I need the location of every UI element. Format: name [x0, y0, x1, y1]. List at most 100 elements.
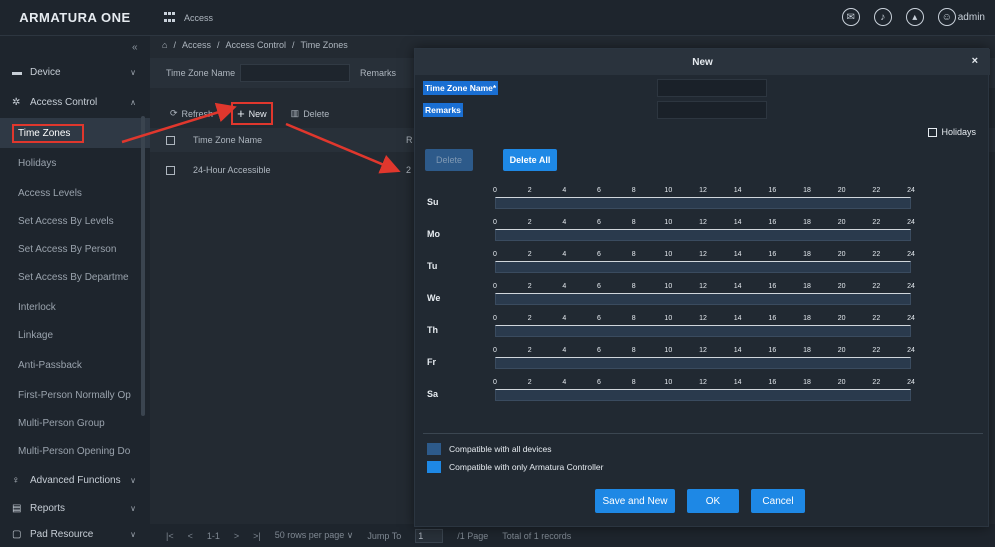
hour-tick-label: 6	[597, 347, 601, 354]
prev-page-icon[interactable]: <	[188, 531, 193, 541]
remarks-input[interactable]	[657, 101, 767, 119]
sidebar-item-label: Pad Resource	[30, 528, 94, 540]
sidebar: « ▬ Device ∨ ✲ Access Control ∧ Time Zon…	[0, 36, 150, 547]
sidebar-item-multi-person-opening[interactable]: Multi-Person Opening Do	[0, 436, 150, 466]
sidebar-item-multi-person-group[interactable]: Multi-Person Group	[0, 408, 150, 438]
bell-icon[interactable]: ♪	[873, 8, 892, 26]
sidebar-item-time-zones[interactable]: Time Zones	[0, 118, 150, 148]
sidebar-item-linkage[interactable]: Linkage	[0, 320, 150, 350]
day-time-bar[interactable]	[495, 325, 911, 337]
sidebar-item-label: Reports	[30, 502, 66, 514]
hour-tick-label: 6	[597, 251, 601, 258]
sidebar-item-device[interactable]: ▬ Device ∨	[0, 58, 150, 86]
advanced-icon: ♀	[12, 474, 20, 486]
sidebar-item-access-control[interactable]: ✲ Access Control ∧	[0, 88, 150, 116]
day-time-bar[interactable]	[495, 357, 911, 369]
day-row: Tu 0 2 4 6 8 10 12 14 16 18 20 22 24	[415, 247, 990, 279]
delete-range-button[interactable]: Delete	[425, 149, 473, 171]
sidebar-item-anti-passback[interactable]: Anti-Passback	[0, 350, 150, 380]
day-time-bar[interactable]	[495, 197, 911, 209]
hour-tick-label: 18	[803, 251, 811, 258]
hour-tick-label: 16	[768, 283, 777, 290]
sidebar-scrollbar[interactable]	[141, 116, 145, 416]
compat-armatura-option[interactable]: Compatible with only Armatura Controller	[427, 461, 603, 473]
sidebar-item-access-levels[interactable]: Access Levels	[0, 178, 150, 208]
column-header-remarks[interactable]: R	[406, 135, 413, 145]
remarks-label: Remarks	[423, 103, 463, 117]
filter-name-input[interactable]	[240, 64, 350, 82]
hour-tick-label: 20	[837, 187, 846, 194]
hour-tick-label: 8	[631, 379, 636, 386]
module-switcher[interactable]: Access	[164, 10, 213, 26]
next-page-icon[interactable]: >	[234, 531, 239, 541]
hour-tick-label: 18	[803, 379, 811, 386]
hour-tick-label: 10	[664, 315, 673, 322]
save-and-new-button[interactable]: Save and New	[595, 489, 675, 513]
jump-page-input[interactable]: 1	[415, 528, 444, 543]
hour-tick-label: 4	[562, 187, 567, 194]
hour-tick-label: 22	[872, 219, 881, 226]
home-icon[interactable]: ⌂	[162, 40, 167, 50]
hour-tick-label: 10	[664, 347, 673, 354]
close-icon[interactable]: ×	[972, 55, 978, 67]
collapse-sidebar-icon[interactable]: «	[132, 42, 138, 53]
row-checkbox[interactable]	[166, 165, 175, 175]
hour-tick-label: 14	[733, 187, 742, 194]
hour-tick-label: 2	[527, 187, 532, 194]
cancel-button[interactable]: Cancel	[751, 489, 805, 513]
day-row: We 0 2 4 6 8 10 12 14 16 18 20 22 24	[415, 279, 990, 311]
rows-per-page-select[interactable]: 50 rows per page ∨	[275, 530, 354, 541]
user-menu[interactable]: ☺ admin	[937, 8, 985, 26]
hour-tick-label: 20	[837, 347, 846, 354]
breadcrumb-item[interactable]: Access Control	[225, 40, 286, 50]
new-button[interactable]: + New	[231, 102, 273, 125]
sidebar-item-advanced-functions[interactable]: ♀ Advanced Functions ∨	[0, 466, 150, 494]
day-row: Sa 0 2 4 6 8 10 12 14 16 18 20 22 24	[415, 375, 990, 407]
sidebar-item-set-access-by-person[interactable]: Set Access By Person	[0, 234, 150, 264]
hour-tick-label: 0	[493, 219, 497, 226]
jump-label: Jump To	[367, 530, 402, 541]
hour-tick-label: 20	[837, 315, 846, 322]
hour-tick-label: 4	[562, 379, 567, 386]
hour-tick-label: 6	[597, 315, 601, 322]
sidebar-item-first-person[interactable]: First-Person Normally Op	[0, 380, 150, 410]
hour-tick-label: 8	[631, 347, 636, 354]
sidebar-item-reports[interactable]: ▤ Reports ∨	[0, 494, 150, 522]
day-time-bar[interactable]	[495, 229, 911, 241]
message-icon[interactable]: ✉	[841, 8, 860, 26]
refresh-button[interactable]: ⟳ Refresh	[170, 108, 213, 119]
day-row: Mo 0 2 4 6 8 10 12 14 16 18 20 22 24	[415, 215, 990, 247]
hour-tick-label: 8	[631, 219, 636, 226]
column-header-name[interactable]: Time Zone Name	[193, 135, 262, 145]
day-time-bar[interactable]	[495, 293, 911, 305]
day-time-bar[interactable]	[495, 389, 911, 401]
hour-tick-label: 22	[872, 315, 881, 322]
holidays-checkbox[interactable]: Holidays	[928, 127, 976, 137]
sidebar-item-set-access-by-department[interactable]: Set Access By Departme	[0, 262, 150, 292]
breadcrumb-item[interactable]: Access	[182, 40, 211, 50]
first-page-icon[interactable]: |<	[166, 531, 174, 541]
dialog-title: New	[415, 49, 990, 75]
time-zone-name-input[interactable]	[657, 79, 767, 97]
hour-tick-label: 6	[597, 187, 601, 194]
compat-all-option[interactable]: Compatible with all devices	[427, 443, 552, 455]
hour-tick-label: 20	[837, 379, 846, 386]
ok-button[interactable]: OK	[687, 489, 739, 513]
sidebar-item-pad-resource[interactable]: ▢ Pad Resource ∨	[0, 520, 150, 547]
hour-tick-label: 24	[907, 347, 915, 354]
last-page-icon[interactable]: >|	[253, 531, 261, 541]
hour-tick-label: 8	[631, 315, 636, 322]
sidebar-item-interlock[interactable]: Interlock	[0, 292, 150, 322]
day-time-bar[interactable]	[495, 261, 911, 273]
hour-tick-label: 16	[768, 187, 777, 194]
select-all-checkbox[interactable]	[166, 135, 175, 145]
notification-icon[interactable]: ▴	[905, 8, 924, 26]
delete-button[interactable]: ▥ Delete	[291, 108, 330, 119]
sidebar-item-set-access-by-levels[interactable]: Set Access By Levels	[0, 206, 150, 236]
hour-tick-label: 24	[907, 315, 915, 322]
sidebar-item-holidays[interactable]: Holidays	[0, 148, 150, 178]
hour-tick-label: 14	[733, 283, 742, 290]
delete-all-button[interactable]: Delete All	[503, 149, 557, 171]
user-icon: ☺	[937, 8, 956, 26]
sidebar-item-label: Advanced Functions	[30, 474, 121, 486]
